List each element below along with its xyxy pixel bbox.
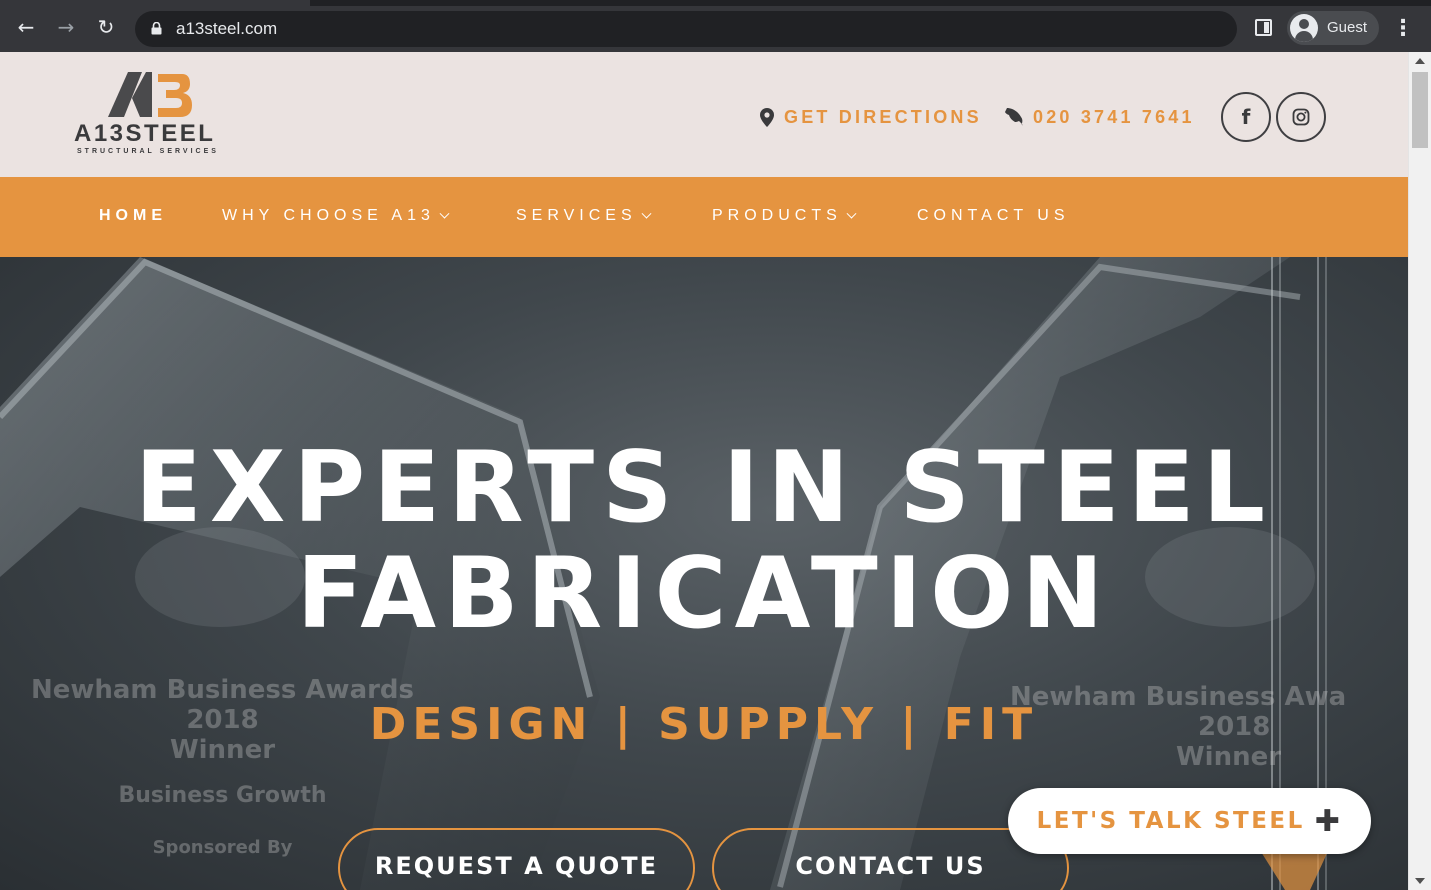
logo-mark-icon bbox=[108, 72, 192, 117]
phone-number[interactable]: 020 3741 7641 bbox=[1033, 107, 1195, 128]
phone-link[interactable]: 020 3741 7641 bbox=[1005, 106, 1195, 128]
tab-strip bbox=[310, 0, 1431, 6]
directions-label[interactable]: GET DIRECTIONS bbox=[784, 107, 982, 128]
chevron-down-icon bbox=[439, 208, 450, 219]
scroll-up-arrow-icon[interactable] bbox=[1415, 58, 1425, 64]
nav-item-contact-us[interactable]: CONTACT US bbox=[917, 207, 1070, 225]
address-bar[interactable]: a13steel.com bbox=[135, 11, 1237, 47]
facebook-icon[interactable]: f bbox=[1221, 92, 1271, 142]
browser-toolbar: ← → ↻ a13steel.com Guest ⋮ bbox=[0, 0, 1431, 52]
map-pin-icon bbox=[760, 107, 774, 127]
reload-icon[interactable]: ↻ bbox=[93, 14, 119, 40]
page-scrollbar[interactable] bbox=[1408, 52, 1431, 890]
side-panel-icon[interactable] bbox=[1255, 19, 1272, 36]
nav-item-products[interactable]: PRODUCTS bbox=[712, 207, 857, 225]
nav-label[interactable]: WHY CHOOSE A13 bbox=[222, 207, 435, 225]
scrollbar-thumb[interactable] bbox=[1412, 72, 1428, 148]
hero-subtitle: DESIGN | SUPPLY | FIT bbox=[369, 699, 1039, 750]
request-quote-button[interactable]: REQUEST A QUOTE bbox=[338, 828, 695, 890]
nav-label[interactable]: CONTACT US bbox=[917, 207, 1070, 225]
instagram-icon[interactable] bbox=[1276, 92, 1326, 142]
nav-item-services[interactable]: SERVICES bbox=[516, 207, 652, 225]
more-menu-icon[interactable]: ⋮ bbox=[1392, 14, 1414, 42]
nav-label[interactable]: SERVICES bbox=[516, 207, 637, 225]
chevron-down-icon bbox=[641, 208, 652, 219]
profile-button[interactable]: Guest bbox=[1287, 11, 1379, 45]
main-navigation: HOME WHY CHOOSE A13 SERVICES PRODUCTS CO… bbox=[0, 177, 1408, 257]
lock-icon[interactable] bbox=[151, 22, 162, 35]
profile-name: Guest bbox=[1327, 19, 1368, 36]
avatar-icon bbox=[1290, 14, 1318, 42]
logo-text: A13STEEL bbox=[74, 120, 216, 147]
chevron-down-icon bbox=[846, 208, 857, 219]
get-directions-link[interactable]: GET DIRECTIONS bbox=[760, 106, 982, 128]
chat-label[interactable]: LET'S TALK STEEL bbox=[1037, 808, 1305, 834]
nav-item-home[interactable]: HOME bbox=[99, 207, 167, 225]
plus-icon: ✚ bbox=[1314, 803, 1343, 839]
scroll-down-arrow-icon[interactable] bbox=[1415, 878, 1425, 884]
phone-icon bbox=[1005, 108, 1023, 126]
page: A13STEEL STRUCTURAL SERVICES GET DIRECTI… bbox=[0, 52, 1408, 890]
back-arrow-icon[interactable]: ← bbox=[13, 14, 39, 40]
nav-label[interactable]: HOME bbox=[99, 207, 167, 225]
hero-title: EXPERTS IN STEEL FABRICATION bbox=[134, 431, 1274, 651]
lets-talk-steel-button[interactable]: LET'S TALK STEEL ✚ bbox=[1008, 788, 1371, 854]
nav-label[interactable]: PRODUCTS bbox=[712, 207, 842, 225]
nav-item-why-choose-a13[interactable]: WHY CHOOSE A13 bbox=[222, 207, 450, 225]
logo-subtitle: STRUCTURAL SERVICES bbox=[77, 148, 219, 155]
site-header: A13STEEL STRUCTURAL SERVICES GET DIRECTI… bbox=[0, 52, 1408, 177]
site-logo[interactable]: A13STEEL STRUCTURAL SERVICES bbox=[72, 70, 232, 160]
forward-arrow-icon[interactable]: → bbox=[53, 14, 79, 40]
url-text[interactable]: a13steel.com bbox=[176, 19, 277, 39]
